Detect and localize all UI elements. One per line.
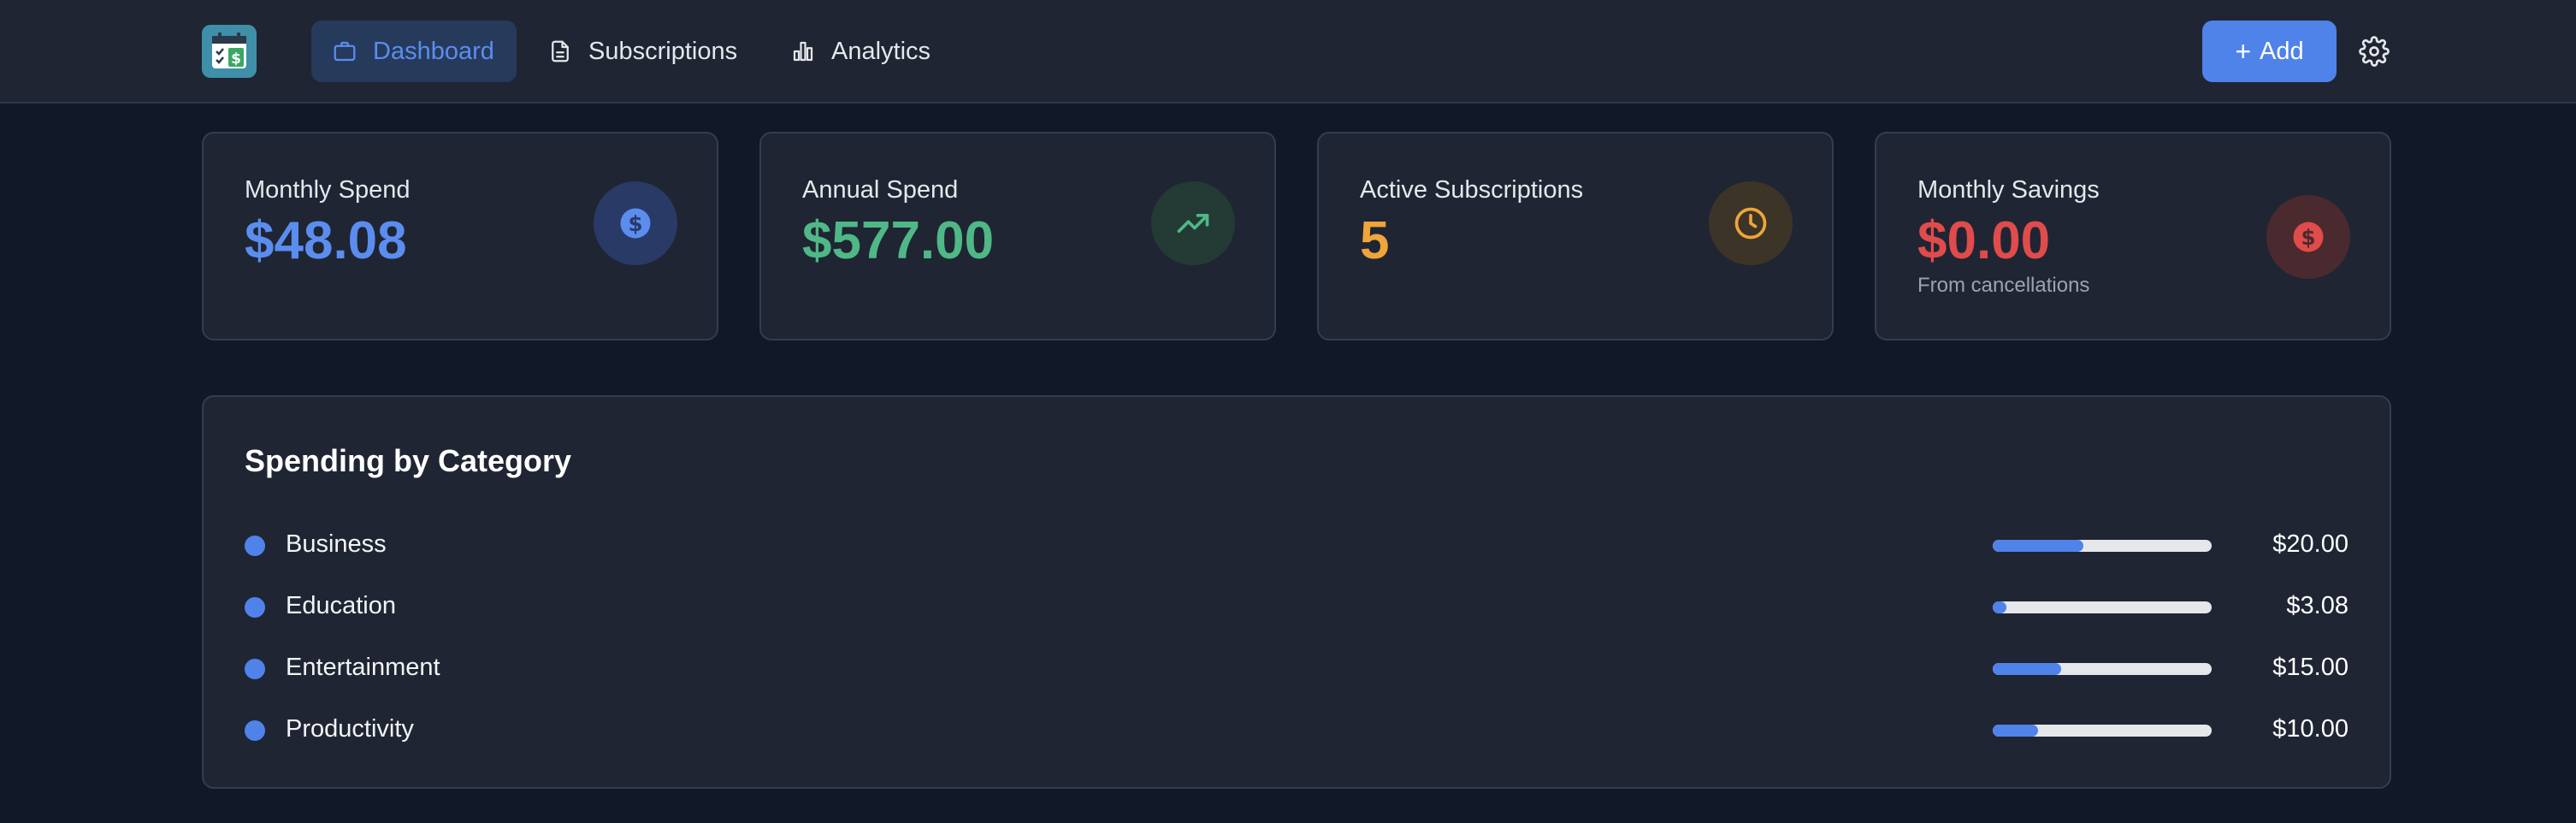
monthly-spend-card: Monthly Spend $48.08 $ bbox=[202, 132, 718, 340]
dollar-icon: $ bbox=[594, 181, 677, 265]
category-dot bbox=[245, 659, 265, 679]
bar-chart-icon bbox=[790, 38, 816, 64]
card-subtext: From cancellations bbox=[1917, 274, 2090, 297]
panel-title: Spending by Category bbox=[245, 443, 572, 478]
monthly-savings-card: Monthly Savings $0.00 From cancellations… bbox=[1875, 132, 2391, 340]
category-name: Education bbox=[286, 592, 396, 619]
card-value: $48.08 bbox=[245, 211, 407, 270]
category-dot bbox=[245, 720, 265, 741]
svg-text:$: $ bbox=[231, 50, 241, 68]
document-icon bbox=[547, 38, 573, 64]
dollar-icon: $ bbox=[2266, 195, 2350, 279]
category-name: Business bbox=[286, 530, 387, 558]
category-progress-bar bbox=[1993, 663, 2212, 675]
category-amount: $15.00 bbox=[2272, 654, 2349, 681]
nav-analytics[interactable]: Analytics bbox=[770, 21, 951, 82]
card-label: Monthly Spend bbox=[245, 176, 411, 204]
category-progress-bar bbox=[1993, 601, 2212, 613]
category-progress-fill bbox=[1993, 663, 2061, 675]
add-button-label: Add bbox=[2260, 37, 2304, 65]
category-row: Education $3.08 bbox=[204, 590, 2390, 625]
card-label: Annual Spend bbox=[802, 176, 959, 204]
app-logo[interactable]: $ bbox=[202, 25, 257, 78]
category-row: Productivity $10.00 bbox=[204, 713, 2390, 748]
category-dot bbox=[245, 597, 265, 618]
card-value: $0.00 bbox=[1917, 211, 2051, 270]
briefcase-icon bbox=[332, 38, 357, 64]
nav-subscriptions-label: Subscriptions bbox=[588, 37, 738, 65]
category-progress-bar bbox=[1993, 540, 2212, 552]
spending-by-category-panel: Spending by Category Business $20.00 Edu… bbox=[202, 395, 2391, 789]
category-amount: $3.08 bbox=[2286, 592, 2349, 619]
svg-text:$: $ bbox=[628, 211, 642, 236]
category-progress-fill bbox=[1993, 601, 2007, 613]
settings-button[interactable] bbox=[2357, 34, 2391, 68]
category-amount: $20.00 bbox=[2272, 530, 2349, 558]
trending-up-icon bbox=[1151, 181, 1235, 265]
category-progress-fill bbox=[1993, 540, 2084, 552]
plus-icon: + bbox=[2235, 36, 2252, 67]
nav-subscriptions[interactable]: Subscriptions bbox=[527, 21, 758, 82]
calendar-dollar-icon: $ bbox=[212, 33, 246, 68]
nav-analytics-label: Analytics bbox=[831, 37, 931, 65]
card-value: 5 bbox=[1360, 211, 1390, 270]
annual-spend-card: Annual Spend $577.00 bbox=[759, 132, 1276, 340]
top-navigation-bar: $ Dashboard Subscriptions Analytics + Ad… bbox=[0, 0, 2576, 104]
category-name: Entertainment bbox=[286, 654, 440, 681]
svg-text:$: $ bbox=[2301, 225, 2315, 250]
category-row: Business $20.00 bbox=[204, 529, 2390, 563]
category-dot bbox=[245, 536, 265, 556]
clock-icon bbox=[1709, 181, 1793, 265]
card-value: $577.00 bbox=[802, 211, 995, 270]
active-subscriptions-card: Active Subscriptions 5 bbox=[1317, 132, 1834, 340]
category-amount: $10.00 bbox=[2272, 715, 2349, 743]
category-progress-bar bbox=[1993, 725, 2212, 737]
category-progress-fill bbox=[1993, 725, 2039, 737]
card-label: Active Subscriptions bbox=[1360, 176, 1584, 204]
nav-dashboard[interactable]: Dashboard bbox=[311, 21, 517, 82]
category-row: Entertainment $15.00 bbox=[204, 652, 2390, 686]
category-name: Productivity bbox=[286, 715, 414, 743]
nav-dashboard-label: Dashboard bbox=[373, 37, 494, 65]
add-button[interactable]: + Add bbox=[2202, 21, 2337, 82]
gear-icon bbox=[2359, 36, 2390, 67]
card-label: Monthly Savings bbox=[1917, 176, 2100, 204]
